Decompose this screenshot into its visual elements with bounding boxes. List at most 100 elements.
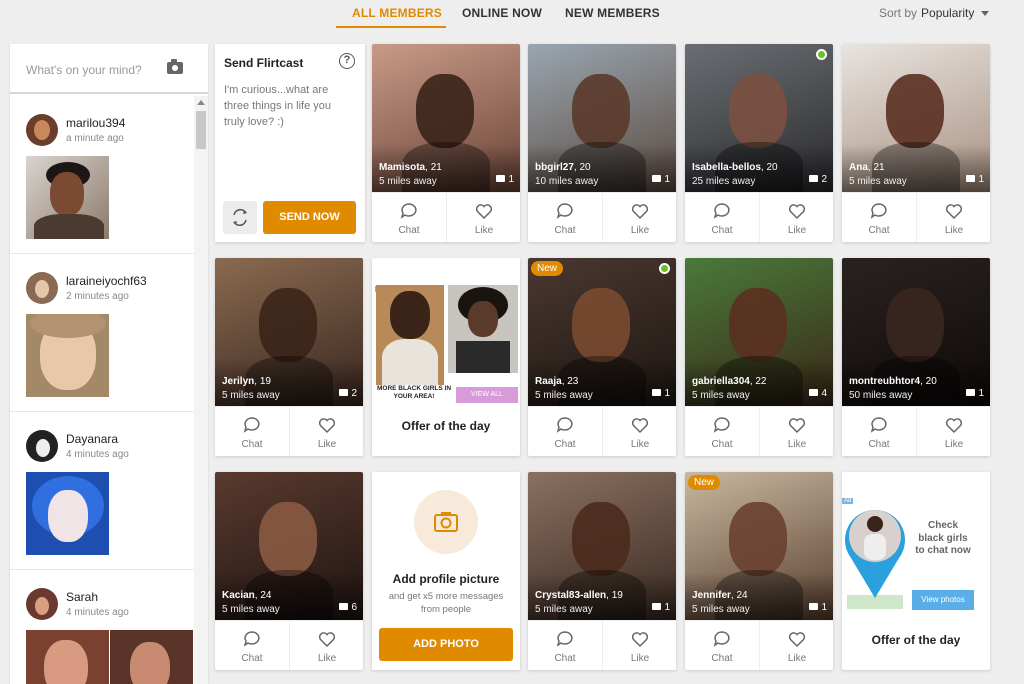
like-button[interactable]: Like <box>916 407 990 456</box>
post-photo[interactable] <box>26 314 109 397</box>
feed-post: laraineiyochf63 2 minutes ago <box>10 254 194 412</box>
tab-new-members[interactable]: NEW MEMBERS <box>565 6 660 20</box>
like-button[interactable]: Like <box>602 193 676 242</box>
chat-button[interactable]: Chat <box>528 193 602 242</box>
chat-button[interactable]: Chat <box>528 621 602 670</box>
ad-banner[interactable]: Ad MORE BLACK GIRLS IN YOUR AREA! VIEW A… <box>374 285 518 403</box>
member-card[interactable]: Kacian, 24 5 miles away 6 Chat Like <box>215 472 363 670</box>
add-photo-circle[interactable] <box>414 490 478 554</box>
tab-all-members[interactable]: ALL MEMBERS <box>352 6 442 20</box>
card-actions: Chat Like <box>528 620 676 670</box>
status-input[interactable]: What's on your mind? <box>10 44 208 94</box>
card-actions: Chat Like <box>842 192 990 242</box>
map-pin-icon <box>845 510 905 598</box>
member-name[interactable]: Mamisota, 21 <box>379 162 442 173</box>
member-card[interactable]: New Raaja, 23 5 miles away 1 Chat Like <box>528 258 676 456</box>
ad-card[interactable]: Ad Check black girls to chat now View ph… <box>842 472 990 670</box>
chat-button[interactable]: Chat <box>372 193 446 242</box>
member-name[interactable]: montreubhtor4, 20 <box>849 376 937 387</box>
member-card[interactable]: New Jennifer, 24 5 miles away 1 Chat Lik… <box>685 472 833 670</box>
ad-card[interactable]: Ad MORE BLACK GIRLS IN YOUR AREA! VIEW A… <box>372 258 520 456</box>
chat-button[interactable]: Chat <box>215 621 289 670</box>
flirtcast-card: Send Flirtcast ? I'm curious...what are … <box>215 44 365 242</box>
view-all-button[interactable]: VIEW ALL <box>456 387 518 403</box>
feed-scrollbar[interactable] <box>194 96 208 684</box>
camera-icon[interactable] <box>167 59 183 74</box>
add-photo-button[interactable]: ADD PHOTO <box>379 628 513 661</box>
like-button[interactable]: Like <box>759 621 833 670</box>
member-card[interactable]: Ana, 21 5 miles away 1 Chat Like <box>842 44 990 242</box>
member-distance: 5 miles away <box>692 604 750 615</box>
chat-button[interactable]: Chat <box>685 193 759 242</box>
member-card[interactable]: Mamisota, 21 5 miles away 1 Chat Like <box>372 44 520 242</box>
member-distance: 5 miles away <box>379 176 437 187</box>
chat-button[interactable]: Chat <box>685 621 759 670</box>
member-name[interactable]: bbgirl27, 20 <box>535 162 591 173</box>
chat-label: Chat <box>711 225 733 236</box>
chat-button[interactable]: Chat <box>215 407 289 456</box>
like-button[interactable]: Like <box>289 621 363 670</box>
member-name[interactable]: Kacian, 24 <box>222 590 271 601</box>
like-button[interactable]: Like <box>602 407 676 456</box>
member-name[interactable]: Ana, 21 <box>849 162 885 173</box>
post-photo[interactable] <box>26 156 109 239</box>
post-photo[interactable] <box>110 630 193 684</box>
add-photo-subtitle: and get x5 more messages from people <box>388 591 504 615</box>
chat-button[interactable]: Chat <box>685 407 759 456</box>
like-button[interactable]: Like <box>759 407 833 456</box>
post-username[interactable]: marilou394 <box>66 116 125 130</box>
like-button[interactable]: Like <box>759 193 833 242</box>
like-button[interactable]: Like <box>602 621 676 670</box>
sort-dropdown[interactable]: Sort by Popularity <box>879 6 990 20</box>
member-card[interactable]: Isabella-bellos, 20 25 miles away 2 Chat… <box>685 44 833 242</box>
member-card[interactable]: montreubhtor4, 20 50 miles away 1 Chat L… <box>842 258 990 456</box>
avatar[interactable] <box>26 588 58 620</box>
help-icon[interactable]: ? <box>339 53 355 69</box>
member-name[interactable]: Isabella-bellos, 20 <box>692 162 778 173</box>
chat-icon <box>870 203 887 219</box>
member-distance: 25 miles away <box>692 176 756 187</box>
scroll-up-icon[interactable] <box>197 100 205 105</box>
like-label: Like <box>317 439 337 450</box>
chat-button[interactable]: Chat <box>842 193 916 242</box>
member-name[interactable]: Jennifer, 24 <box>692 590 748 601</box>
post-username[interactable]: Sarah <box>66 590 98 604</box>
flirtcast-message: I'm curious...what are three things in l… <box>224 84 332 128</box>
member-name[interactable]: Raaja, 23 <box>535 376 578 387</box>
card-actions: Chat Like <box>215 620 363 670</box>
like-label: Like <box>787 439 807 450</box>
post-photo[interactable] <box>26 472 109 555</box>
post-photo[interactable] <box>26 630 109 684</box>
heart-icon <box>631 204 649 220</box>
member-name[interactable]: gabriella304, 22 <box>692 376 767 387</box>
post-username[interactable]: Dayanara <box>66 432 118 446</box>
avatar[interactable] <box>26 272 58 304</box>
refresh-button[interactable] <box>223 201 257 234</box>
member-card[interactable]: Crystal83-allen, 19 5 miles away 1 Chat … <box>528 472 676 670</box>
card-actions: Chat Like <box>215 406 363 456</box>
member-card[interactable]: Jerilyn, 19 5 miles away 2 Chat Like <box>215 258 363 456</box>
member-card[interactable]: bbgirl27, 20 10 miles away 1 Chat Like <box>528 44 676 242</box>
avatar[interactable] <box>26 114 58 146</box>
new-badge: New <box>688 475 721 490</box>
member-name[interactable]: Crystal83-allen, 19 <box>535 590 623 601</box>
member-name[interactable]: Jerilyn, 19 <box>222 376 271 387</box>
avatar[interactable] <box>26 430 58 462</box>
member-distance: 5 miles away <box>692 390 750 401</box>
chat-label: Chat <box>868 439 890 450</box>
scroll-thumb[interactable] <box>196 111 206 149</box>
post-username[interactable]: laraineiyochf63 <box>66 274 147 288</box>
like-button[interactable]: Like <box>916 193 990 242</box>
like-button[interactable]: Like <box>446 193 520 242</box>
new-badge: New <box>531 261 564 276</box>
send-now-button[interactable]: SEND NOW <box>263 201 356 234</box>
photo-count: 1 <box>966 174 984 185</box>
chat-label: Chat <box>711 439 733 450</box>
chat-button[interactable]: Chat <box>528 407 602 456</box>
like-button[interactable]: Like <box>289 407 363 456</box>
tab-online-now[interactable]: ONLINE NOW <box>462 6 542 20</box>
member-card[interactable]: gabriella304, 22 5 miles away 4 Chat Lik… <box>685 258 833 456</box>
chat-button[interactable]: Chat <box>842 407 916 456</box>
view-photos-button[interactable]: View photos <box>912 590 974 610</box>
card-actions: Chat Like <box>685 620 833 670</box>
